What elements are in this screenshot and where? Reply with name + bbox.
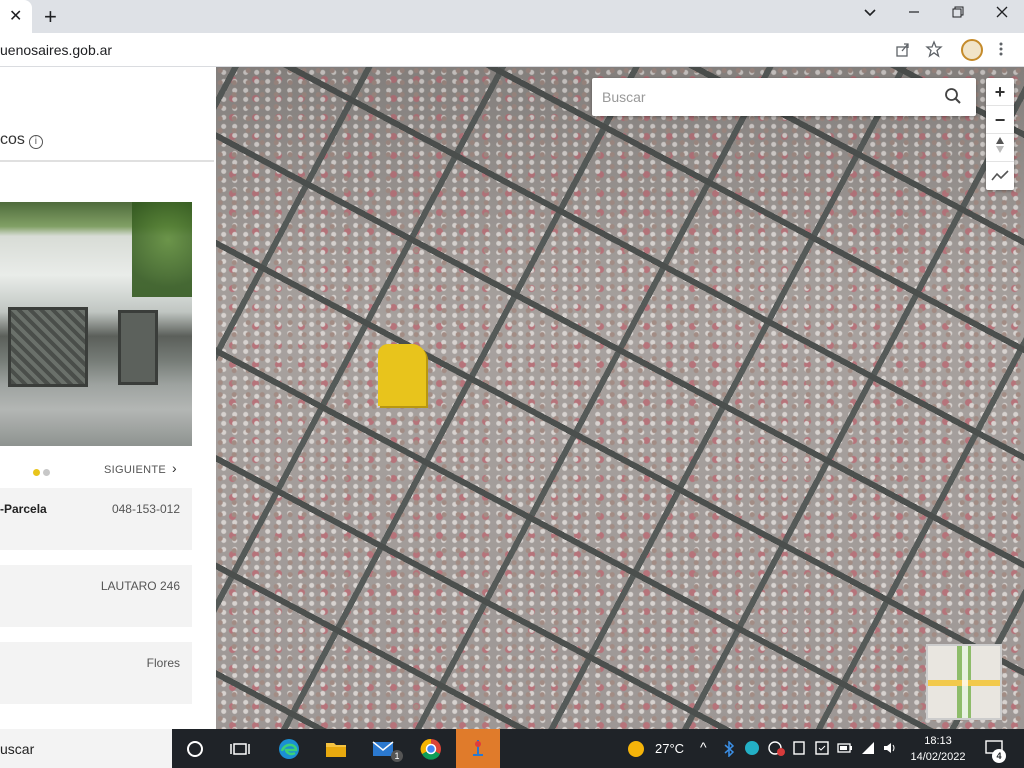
- menu-kebab-icon[interactable]: [998, 40, 1004, 63]
- clock-date: 14/02/2022: [910, 751, 966, 763]
- notification-count: 4: [992, 749, 1006, 763]
- bookmark-star-icon[interactable]: [925, 40, 943, 63]
- search-input[interactable]: [602, 87, 932, 107]
- weather-sun-icon[interactable]: [627, 740, 645, 761]
- carousel-dots: [33, 463, 53, 481]
- map-search-box: [592, 78, 976, 116]
- close-window-icon[interactable]: [994, 4, 1010, 25]
- info-icon[interactable]: i: [28, 135, 43, 149]
- tray-chevron-up-icon[interactable]: ^: [700, 739, 707, 755]
- wifi-icon[interactable]: [860, 740, 876, 756]
- field-value: LAUTARO 246: [100, 579, 180, 593]
- device-icon[interactable]: [792, 740, 806, 756]
- chevron-right-icon: ›: [172, 460, 177, 476]
- url-text[interactable]: uenosaires.gob.ar: [0, 42, 112, 58]
- compass-icon[interactable]: [986, 134, 1014, 162]
- next-button[interactable]: SIGUIENTE ›: [104, 460, 177, 476]
- address-card: LAUTARO 246: [0, 565, 192, 627]
- new-tab-button[interactable]: +: [44, 4, 57, 30]
- tilt-icon[interactable]: [986, 162, 1014, 190]
- search-icon[interactable]: [944, 87, 962, 105]
- field-label: -Parcela: [0, 502, 47, 516]
- neighborhood-card: Flores: [0, 642, 192, 704]
- tab-search-icon[interactable]: [862, 4, 878, 25]
- parcela-card: -Parcela 048-153-012: [0, 488, 192, 550]
- section-title: cos i: [0, 131, 43, 149]
- taskbar-search-text: uscar: [0, 741, 35, 757]
- browser-tab-bar: ✕ +: [0, 0, 1024, 33]
- panel-divider: [0, 160, 214, 162]
- map-3d-view[interactable]: [216, 67, 1024, 729]
- cortana-icon[interactable]: [183, 737, 207, 761]
- security-icon[interactable]: [814, 740, 830, 756]
- photo-tree: [132, 202, 192, 297]
- windows-taskbar: uscar 1 27°C ^ 18:13 14/02/2022 4: [0, 729, 1024, 768]
- street-photo: [0, 202, 192, 446]
- close-tab-icon[interactable]: ✕: [9, 6, 22, 26]
- zoom-out-button[interactable]: −: [986, 106, 1014, 134]
- restore-icon[interactable]: [950, 4, 966, 25]
- profile-avatar[interactable]: [961, 39, 983, 61]
- next-label: SIGUIENTE: [104, 464, 166, 476]
- bluetooth-icon[interactable]: [722, 741, 736, 757]
- clock-time: 18:13: [924, 735, 952, 747]
- info-panel: cos i SIGUIENTE › -Parcela 048-153-012 LAU…: [0, 67, 216, 729]
- photo-window: [8, 307, 88, 387]
- section-title-text: cos: [0, 131, 25, 148]
- minimize-icon[interactable]: [906, 4, 922, 25]
- taskbar-search[interactable]: uscar: [0, 729, 172, 768]
- field-value: Flores: [146, 656, 180, 670]
- carousel-dot[interactable]: [33, 469, 40, 476]
- overview-minimap[interactable]: [926, 644, 1002, 720]
- weather-temp[interactable]: 27°C: [655, 741, 684, 756]
- battery-icon[interactable]: [837, 742, 853, 754]
- browser-tab[interactable]: ✕: [0, 0, 32, 33]
- map-app-icon: [473, 740, 483, 756]
- active-app-tile[interactable]: [456, 729, 500, 768]
- field-value: 048-153-012: [111, 502, 180, 516]
- tray-app-icon[interactable]: [744, 740, 760, 756]
- share-icon[interactable]: [894, 40, 912, 63]
- network-error-icon[interactable]: [768, 740, 786, 756]
- photo-door: [118, 310, 158, 385]
- map-controls: + −: [986, 78, 1014, 190]
- zoom-in-button[interactable]: +: [986, 78, 1014, 106]
- mail-badge: 1: [391, 750, 403, 762]
- address-bar: uenosaires.gob.ar: [0, 33, 1024, 67]
- system-clock[interactable]: 18:13 14/02/2022: [908, 733, 968, 765]
- task-view-icon[interactable]: [228, 737, 252, 761]
- file-explorer-icon[interactable]: [324, 737, 348, 761]
- highlighted-building[interactable]: [378, 344, 426, 406]
- chrome-icon[interactable]: [419, 737, 443, 761]
- edge-browser-icon[interactable]: [277, 737, 301, 761]
- carousel-dot[interactable]: [43, 469, 50, 476]
- volume-icon[interactable]: [882, 741, 898, 755]
